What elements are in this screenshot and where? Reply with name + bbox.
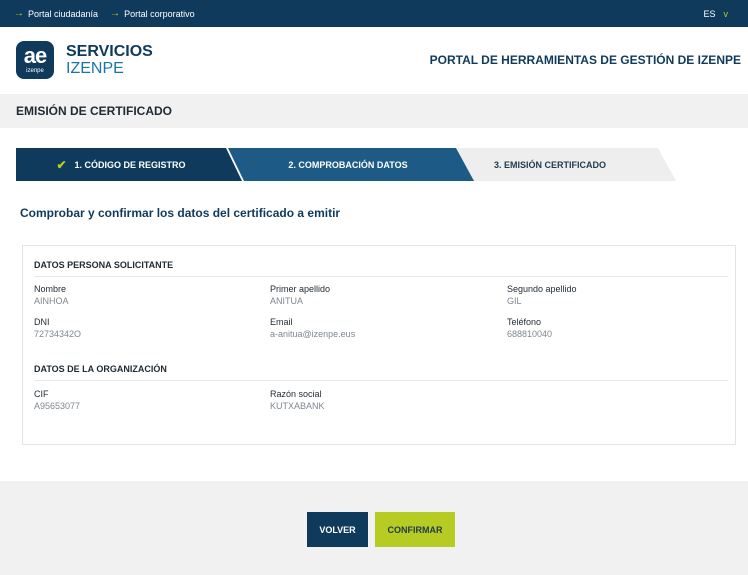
step-emision-certificado: 3. EMISIÓN CERTIFICADO [448, 148, 676, 181]
volver-button[interactable]: VOLVER [307, 512, 368, 547]
primer-apellido-value: ANITUA [270, 296, 304, 306]
step-2-label: 2. COMPROBACIÓN DATOS [288, 159, 408, 170]
nombre-label: Nombre [34, 284, 67, 294]
check-icon: ✔ [56, 157, 67, 172]
cif-label: CIF [34, 389, 49, 399]
dni-value: 72734342O [34, 329, 82, 339]
arrow-right-icon: → [110, 7, 121, 19]
primer-apellido-label: Primer apellido [270, 284, 331, 294]
dni-label: DNI [34, 317, 50, 327]
cif-value: A95653077 [34, 401, 81, 411]
language-label: ES [703, 8, 716, 19]
step-3-label: 3. EMISIÓN CERTIFICADO [493, 159, 606, 170]
nombre-value: AINHOA [34, 296, 69, 306]
chevron-down-icon: v [723, 8, 729, 19]
portal-title: PORTAL DE HERRAMIENTAS DE GESTIÓN DE IZE… [429, 53, 741, 67]
email-value: a-anitua@izenpe.eus [270, 329, 356, 339]
telefono-label: Teléfono [507, 317, 542, 327]
organizacion-section-title: DATOS DE LA ORGANIZACIÓN [34, 364, 167, 374]
portal-corporativo-label: Portal corporativo [124, 8, 195, 19]
section-subtitle: Comprobar y confirmar los datos del cert… [20, 206, 341, 220]
site-header: ae izenpe SERVICIOS IZENPE PORTAL DE HER… [0, 27, 748, 94]
top-links: → Portal ciudadanía → Portal corporativo [14, 0, 195, 27]
brand-line1: SERVICIOS [66, 43, 153, 60]
solicitante-section-title: DATOS PERSONA SOLICITANTE [34, 260, 174, 270]
arrow-right-icon: → [14, 7, 24, 19]
logo-subtext: izenpe [26, 68, 44, 74]
portal-ciudadania-label: Portal ciudadanía [28, 8, 99, 19]
confirmar-button[interactable]: CONFIRMAR [375, 512, 455, 547]
brand-line2: IZENPE [66, 60, 124, 77]
razon-social-label: Razón social [270, 389, 322, 399]
telefono-value: 688810040 [507, 329, 553, 339]
data-card: DATOS PERSONA SOLICITANTE Nombre AINHOA … [22, 245, 736, 445]
section-divider [34, 276, 728, 277]
segundo-apellido-label: Segundo apellido [507, 284, 577, 294]
page-title: EMISIÓN DE CERTIFICADO [16, 104, 173, 118]
top-bar: → Portal ciudadanía → Portal corporativo… [0, 0, 748, 27]
portal-corporativo-link[interactable]: → Portal corporativo [110, 7, 195, 19]
email-label: Email [270, 317, 293, 327]
section-divider [34, 380, 728, 381]
izenpe-logo[interactable]: ae izenpe [16, 41, 54, 79]
progress-steps: 3. EMISIÓN CERTIFICADO 2. COMPROBACIÓN D… [16, 148, 676, 181]
logo-letters: ae [23, 43, 47, 68]
razon-social-value: KUTXABANK [270, 401, 325, 411]
step-1-label: 1. CÓDIGO DE REGISTRO [74, 159, 186, 170]
step-codigo-registro[interactable]: ✔ 1. CÓDIGO DE REGISTRO [16, 148, 242, 181]
portal-ciudadania-link[interactable]: → Portal ciudadanía [14, 7, 99, 19]
language-selector[interactable]: ES v [703, 0, 728, 27]
segundo-apellido-value: GIL [507, 296, 522, 306]
action-bar: VOLVER CONFIRMAR [0, 481, 748, 575]
page-title-band: EMISIÓN DE CERTIFICADO [0, 94, 748, 128]
step-comprobacion-datos: 2. COMPROBACIÓN DATOS [228, 148, 474, 181]
